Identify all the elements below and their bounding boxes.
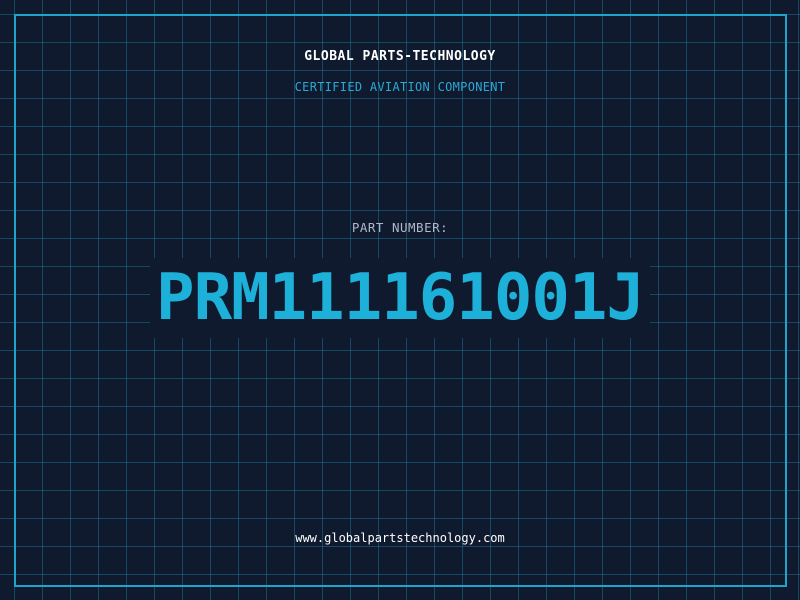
certification-tagline: CERTIFIED AVIATION COMPONENT	[294, 80, 506, 94]
company-name: GLOBAL PARTS-TECHNOLOGY	[304, 49, 496, 64]
part-number-value: PRM111161001J	[150, 258, 650, 338]
part-number-label: PART NUMBER:	[351, 220, 449, 235]
website-url: www.globalpartstechnology.com	[295, 531, 505, 545]
part-number-container: PRM111161001J	[0, 258, 800, 338]
part-card: GLOBAL PARTS-TECHNOLOGY CERTIFIED AVIATI…	[0, 0, 800, 600]
